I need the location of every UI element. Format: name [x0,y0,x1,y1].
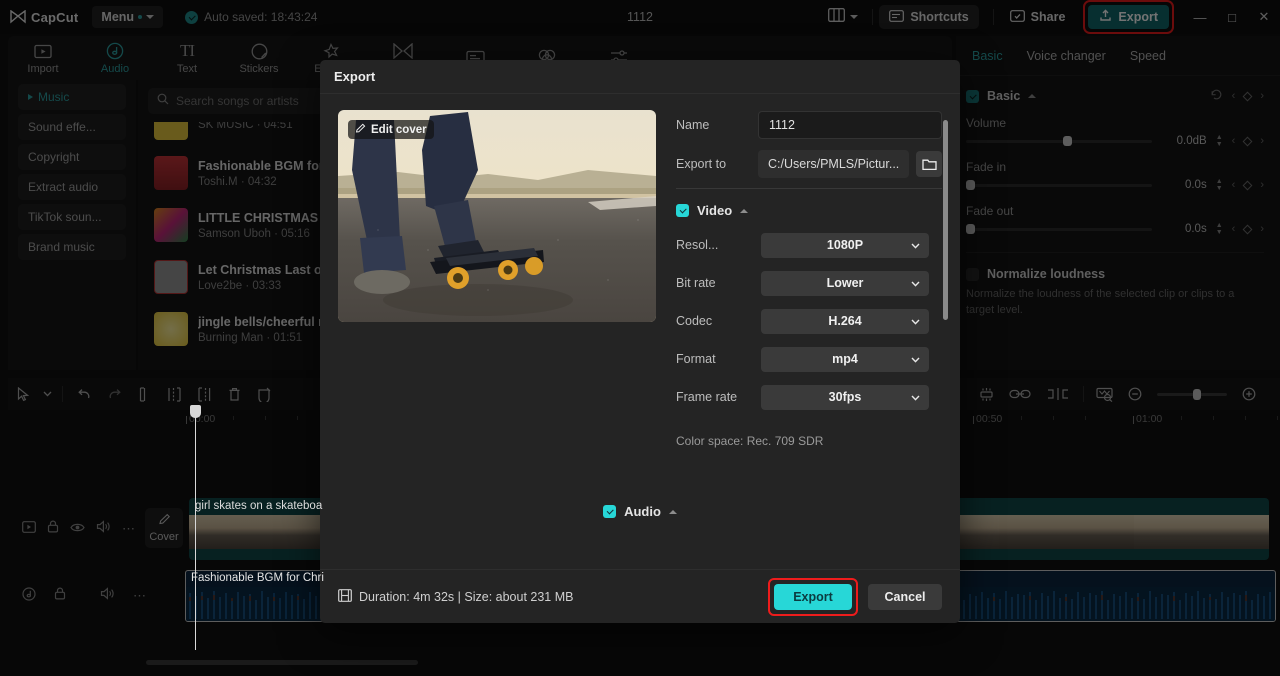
audio-section-title: Audio [624,504,661,519]
name-label: Name [676,118,710,132]
divider [676,188,943,189]
name-input[interactable]: 1112 [758,111,943,139]
bitrate-row: Bit rate Lower [676,268,942,298]
export-dialog: Export Edit cover Name 1112 Export to C:… [320,60,960,623]
playhead[interactable] [190,405,201,650]
playhead-grip[interactable] [190,405,201,418]
video-section-title: Video [697,203,733,218]
codec-value: H.264 [828,314,862,328]
cover-thumbnail[interactable]: Edit cover [338,110,656,322]
export-to-row: Export to C:/Users/PMLS/Pictur... [676,149,943,179]
format-row: Format mp4 [676,344,942,374]
duration-info: Duration: 4m 32s | Size: about 231 MB [338,588,574,605]
pencil-icon [355,123,366,137]
audio-clip-label: Fashionable BGM for Chri [191,572,324,584]
codec-label: Codec [676,314,713,328]
export-dialog-body: Edit cover Name 1112 Export to C:/Users/… [320,94,960,448]
codec-row: Codec H.264 [676,306,942,336]
edit-cover-button[interactable]: Edit cover [348,120,434,139]
video-section-header: Video [676,203,942,218]
resolution-label: Resol... [676,238,719,252]
export-to-label: Export to [676,157,727,171]
audio-checkbox[interactable] [603,505,617,518]
export-path-field[interactable]: C:/Users/PMLS/Pictur... [758,150,910,178]
video-clip-label: girl skates on a skateboa [195,500,323,512]
framerate-select[interactable]: 30fps [761,384,929,410]
chevron-down-icon [911,352,920,366]
bitrate-value: Lower [826,276,864,290]
settings-scrollbar[interactable] [943,110,949,406]
framerate-label: Frame rate [676,390,738,404]
chevron-down-icon [911,314,920,328]
name-row: Name 1112 [676,110,943,140]
edit-cover-label: Edit cover [371,123,427,136]
footer-actions: Export Cancel [768,577,942,616]
video-checkbox[interactable] [676,204,689,217]
format-select[interactable]: mp4 [761,346,929,372]
resolution-row: Resol... 1080P [676,230,942,260]
chevron-up-icon[interactable] [740,208,749,213]
bitrate-label: Bit rate [676,276,716,290]
export-dialog-title: Export [320,60,960,94]
chevron-down-icon [911,276,920,290]
color-space-text: Color space: Rec. 709 SDR [676,434,824,448]
export-confirm-highlight: Export [768,577,858,616]
bitrate-select[interactable]: Lower [761,270,929,296]
framerate-row: Frame rate 30fps [676,382,942,412]
chevron-down-icon [911,238,920,252]
scrollbar-thumb[interactable] [943,120,949,320]
cancel-button[interactable]: Cancel [868,583,942,610]
framerate-value: 30fps [828,390,862,404]
capcut-window: CapCut Menu Auto saved: 18:43:24 1112 [0,0,1280,676]
folder-icon[interactable] [916,151,943,177]
resolution-value: 1080P [826,238,864,252]
format-label: Format [676,352,716,366]
export-form: Name 1112 Export to C:/Users/PMLS/Pictur… [676,110,949,448]
film-icon [338,588,352,605]
resolution-select[interactable]: 1080P [761,232,929,258]
audio-section-header: Audio [320,504,960,519]
chevron-down-icon [911,390,920,404]
codec-select[interactable]: H.264 [761,308,929,334]
format-value: mp4 [832,352,858,366]
export-confirm-button[interactable]: Export [774,583,852,610]
duration-text: Duration: 4m 32s | Size: about 231 MB [359,589,574,604]
chevron-up-icon[interactable] [668,509,677,514]
export-dialog-footer: Duration: 4m 32s | Size: about 231 MB Ex… [320,569,960,623]
